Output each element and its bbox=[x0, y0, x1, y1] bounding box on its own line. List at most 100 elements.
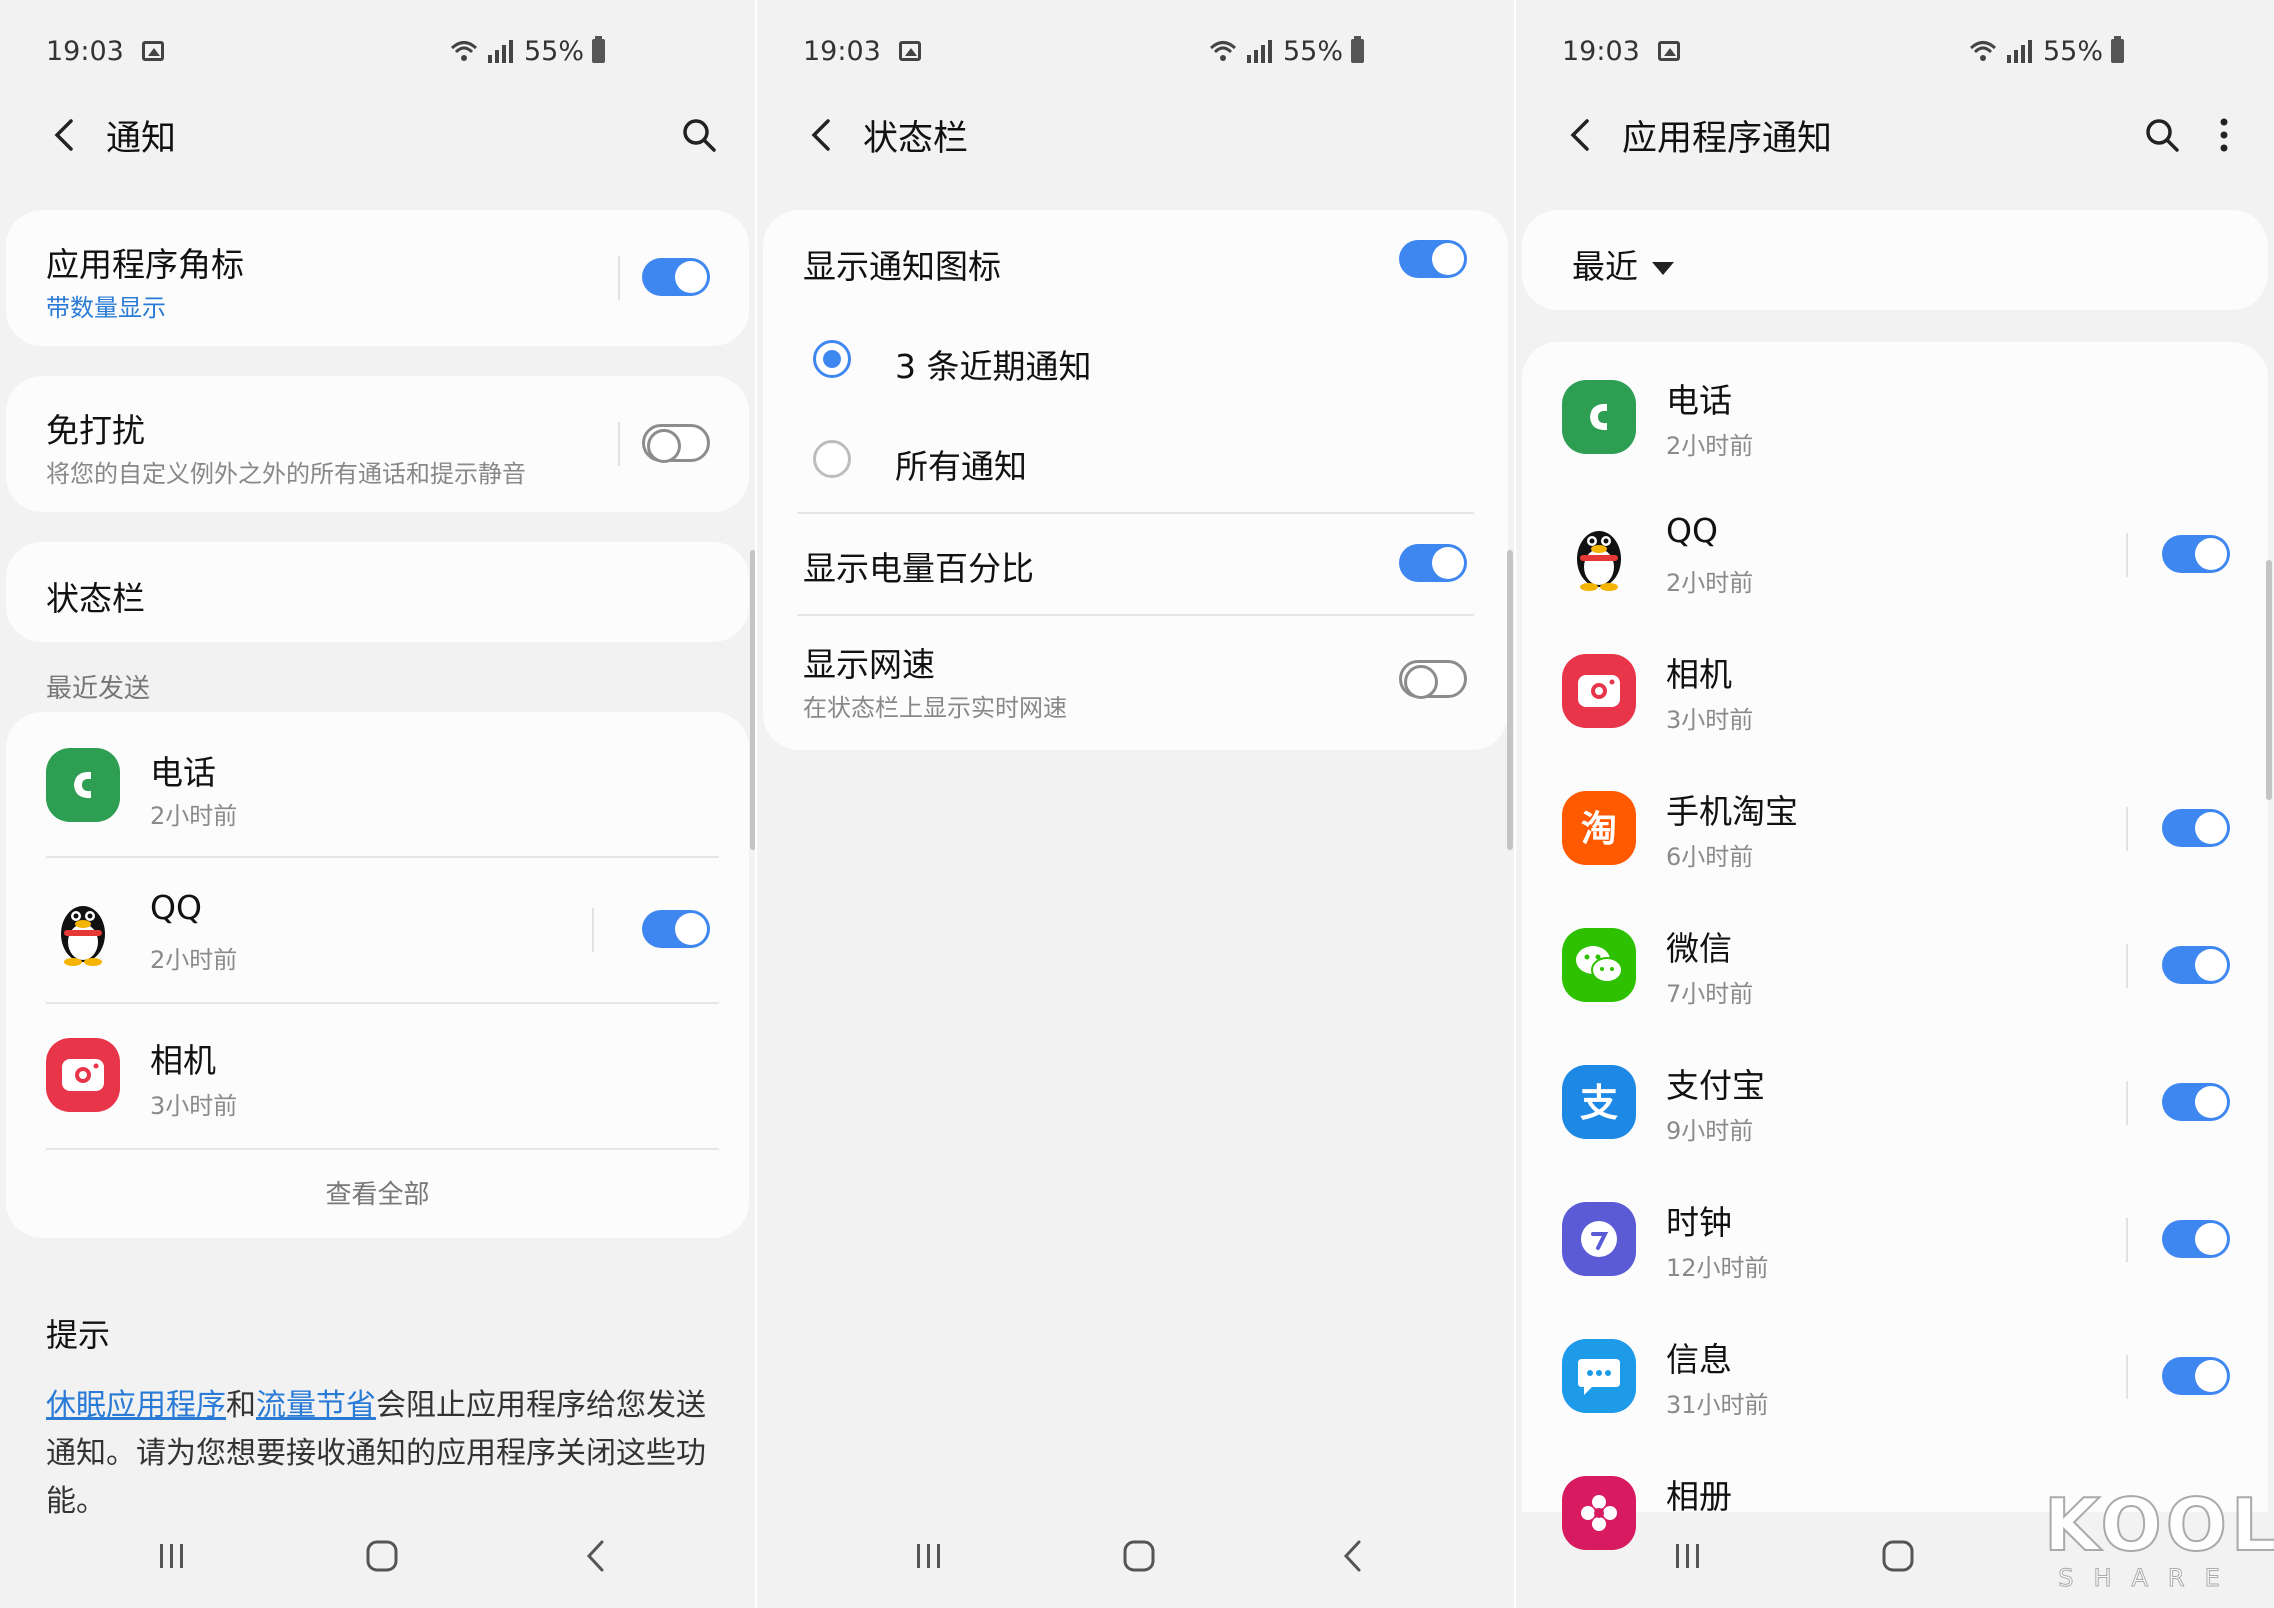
status-time: 19:03 bbox=[46, 35, 124, 67]
view-all-button[interactable]: 查看全部 bbox=[6, 1174, 749, 1211]
dnd-card[interactable]: 免打扰 将您的自定义例外之外的所有通话和提示静音 bbox=[6, 376, 749, 512]
divider bbox=[46, 1148, 719, 1150]
wifi-icon bbox=[450, 41, 477, 61]
app-badge-toggle[interactable] bbox=[642, 258, 710, 296]
radio-option-recent[interactable]: 3 条近期通知 bbox=[763, 310, 1508, 410]
list-item[interactable]: QQ 2小时前 bbox=[6, 858, 749, 1002]
back-icon bbox=[586, 1540, 604, 1572]
recent-apps-button[interactable] bbox=[899, 1526, 959, 1586]
list-item[interactable]: 相机 3小时前 bbox=[1522, 624, 2268, 761]
data-saver-link[interactable]: 流量节省 bbox=[256, 1388, 376, 1423]
recent-section-label: 最近发送 bbox=[46, 674, 151, 704]
back-button[interactable] bbox=[1546, 100, 1616, 170]
more-vertical-icon bbox=[2220, 118, 2228, 152]
app-notifications-panel: 19:03 55% 应用程序通知 最近 电话 2小时前 QQ 2小时前 相机 3小时前淘 手… bbox=[1516, 0, 2274, 1608]
tips-text: 休眠应用程序和流量节省会阻止应用程序给您发送通知。请为您想要接收通知的应用程序关… bbox=[46, 1382, 716, 1526]
status-time: 19:03 bbox=[803, 35, 881, 67]
back-icon bbox=[1343, 1540, 1361, 1572]
home-button[interactable] bbox=[1109, 1526, 1169, 1586]
show-icons-row[interactable]: 显示通知图标 bbox=[763, 210, 1508, 310]
qq-toggle[interactable] bbox=[642, 910, 710, 948]
home-button[interactable] bbox=[352, 1526, 412, 1586]
filter-card[interactable]: 最近 bbox=[1522, 210, 2268, 310]
image-notification-icon bbox=[141, 41, 164, 61]
radio-all[interactable] bbox=[813, 440, 851, 478]
dnd-toggle[interactable] bbox=[642, 424, 710, 463]
scroll-indicator[interactable] bbox=[750, 550, 755, 850]
search-icon bbox=[683, 119, 716, 152]
battery-percent-row[interactable]: 显示电量百分比 bbox=[763, 514, 1508, 614]
battery-icon bbox=[592, 36, 605, 63]
filter-dropdown[interactable]: 最近 bbox=[1572, 240, 1674, 288]
back-nav-button[interactable] bbox=[1323, 1526, 1383, 1586]
sleeping-apps-link[interactable]: 休眠应用程序 bbox=[46, 1388, 226, 1423]
battery-icon bbox=[1351, 36, 1364, 63]
app-list-card: 电话 2小时前 QQ 2小时前 相机 3小时前淘 手机淘宝 6小时前 微信 7小时前支 支付宝 9小时… bbox=[1522, 342, 2268, 1550]
list-item[interactable]: 支 支付宝 9小时前 bbox=[1522, 1035, 2268, 1172]
search-button[interactable] bbox=[2128, 101, 2196, 169]
net-speed-toggle[interactable] bbox=[1399, 660, 1467, 699]
tips-connector: 和 bbox=[226, 1388, 256, 1423]
list-item[interactable]: 淘 手机淘宝 6小时前 bbox=[1522, 761, 2268, 898]
scroll-indicator[interactable] bbox=[1507, 550, 1513, 850]
app-badge-title: 应用程序角标 bbox=[46, 245, 244, 284]
home-button[interactable] bbox=[1868, 1526, 1928, 1586]
battery-percent-toggle[interactable] bbox=[1399, 544, 1467, 582]
scroll-indicator[interactable] bbox=[2266, 560, 2272, 800]
app-name: QQ bbox=[1666, 511, 1718, 550]
chevron-left-icon bbox=[1570, 119, 1589, 151]
app-name: 相机 bbox=[1666, 655, 1732, 694]
list-item[interactable]: 相机 3小时前 bbox=[6, 1004, 749, 1148]
search-button[interactable] bbox=[665, 101, 733, 169]
net-speed-row[interactable]: 显示网速 在状态栏上显示实时网速 bbox=[763, 616, 1508, 750]
list-item[interactable]: 时钟 12小时前 bbox=[1522, 1172, 2268, 1309]
list-item[interactable]: 电话 2小时前 bbox=[1522, 350, 2268, 487]
app-time: 2小时前 bbox=[150, 802, 238, 830]
status-bar-settings-panel: 19:03 55% 状态栏 显示通知图标 3 条近期通知 所有通知 显示电量百分… bbox=[757, 0, 1514, 1608]
app-bar: 状态栏 bbox=[757, 100, 1514, 170]
radio-option-all[interactable]: 所有通知 bbox=[763, 410, 1508, 510]
app-time: 7小时前 bbox=[1666, 980, 1754, 1008]
app-badge-subtitle: 带数量显示 bbox=[46, 294, 166, 322]
app-name: 电话 bbox=[150, 753, 216, 792]
divider bbox=[2126, 533, 2128, 577]
back-button[interactable] bbox=[787, 100, 857, 170]
list-item[interactable]: 信息 31小时前 bbox=[1522, 1309, 2268, 1446]
app-notification-toggle[interactable] bbox=[2162, 535, 2230, 573]
list-item[interactable]: QQ 2小时前 bbox=[1522, 487, 2268, 624]
radio-recent[interactable] bbox=[813, 340, 851, 378]
recent-apps-button[interactable] bbox=[142, 1526, 202, 1586]
app-badge-card[interactable]: 应用程序角标 带数量显示 bbox=[6, 210, 749, 346]
app-time: 6小时前 bbox=[1666, 843, 1754, 871]
show-icons-toggle[interactable] bbox=[1399, 240, 1467, 278]
list-item[interactable]: 微信 7小时前 bbox=[1522, 898, 2268, 1035]
net-speed-title: 显示网速 bbox=[803, 645, 935, 684]
status-bar-options-card: 显示通知图标 3 条近期通知 所有通知 显示电量百分比 显示网速 在状态栏上显示… bbox=[763, 210, 1508, 750]
divider bbox=[618, 256, 620, 300]
filter-label: 最近 bbox=[1572, 247, 1638, 286]
app-notification-toggle[interactable] bbox=[2162, 1083, 2230, 1121]
recent-apps-card: 电话 2小时前 QQ 2小时前 相机 3小时前 查看全部 bbox=[6, 712, 749, 1238]
app-notification-toggle[interactable] bbox=[2162, 1357, 2230, 1395]
app-time: 12小时前 bbox=[1666, 1254, 1769, 1282]
recent-apps-button[interactable] bbox=[1658, 1526, 1718, 1586]
svg-text:支: 支 bbox=[1580, 1081, 1618, 1125]
status-bar: 19:03 55% bbox=[46, 26, 605, 76]
status-bar-card[interactable]: 状态栏 bbox=[6, 542, 749, 642]
app-time: 31小时前 bbox=[1666, 1391, 1769, 1419]
list-item[interactable]: 电话 2小时前 bbox=[6, 712, 749, 856]
app-notification-toggle[interactable] bbox=[2162, 809, 2230, 847]
back-button[interactable] bbox=[30, 100, 100, 170]
camera-icon bbox=[46, 1038, 120, 1112]
app-time: 3小时前 bbox=[150, 1092, 238, 1120]
app-name: QQ bbox=[150, 888, 202, 927]
app-time: 2小时前 bbox=[150, 946, 238, 974]
alipay-icon: 支 bbox=[1562, 1065, 1636, 1139]
app-notification-toggle[interactable] bbox=[2162, 946, 2230, 984]
tips-heading: 提示 bbox=[46, 1316, 111, 1354]
more-options-button[interactable] bbox=[2196, 101, 2252, 169]
clock-icon bbox=[1562, 1202, 1636, 1276]
back-nav-button[interactable] bbox=[566, 1526, 626, 1586]
app-notification-toggle[interactable] bbox=[2162, 1220, 2230, 1258]
phone-icon bbox=[1562, 380, 1636, 454]
